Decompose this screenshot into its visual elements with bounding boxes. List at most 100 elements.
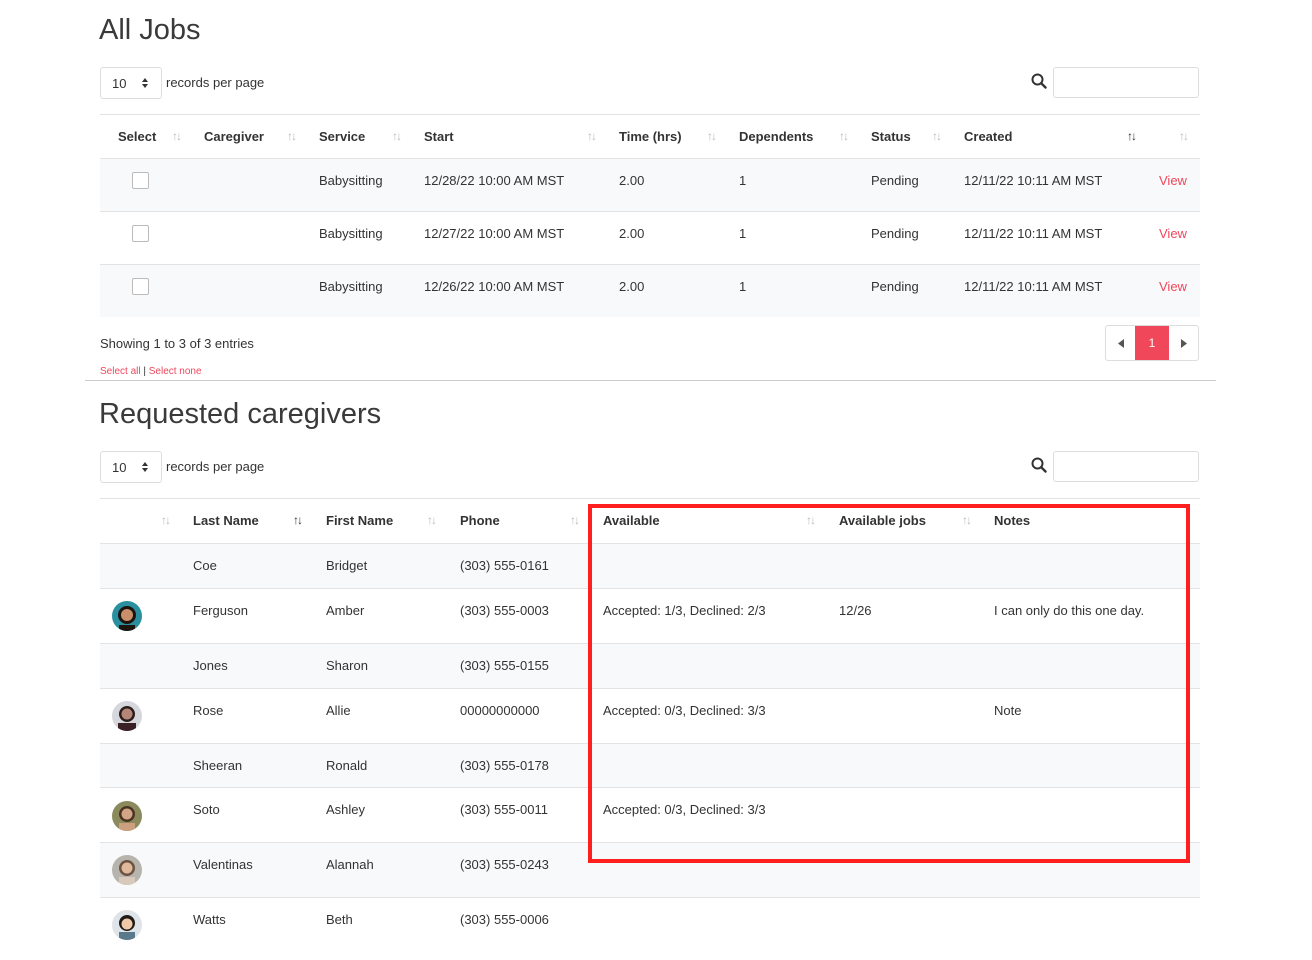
cell-status: Pending: [871, 226, 919, 241]
cell-last-name: Ferguson: [193, 603, 248, 618]
sort-icon[interactable]: ↑↓: [707, 129, 717, 143]
page-1-button[interactable]: 1: [1135, 326, 1169, 360]
search-icon: [1031, 457, 1047, 473]
cell-first-name: Alannah: [326, 857, 374, 872]
cell-phone: (303) 555-0003: [460, 603, 549, 618]
col-service[interactable]: Service: [319, 129, 365, 144]
sort-active-icon[interactable]: ↑↓: [293, 513, 303, 527]
col-dependents[interactable]: Dependents: [739, 129, 813, 144]
cell-dependents: 1: [739, 279, 747, 294]
jobs-info: Showing 1 to 3 of 3 entries: [100, 336, 254, 351]
sort-icon[interactable]: ↑↓: [570, 513, 580, 527]
cell-last-name: Soto: [193, 802, 220, 817]
highlight-box: [588, 504, 1190, 863]
sort-icon[interactable]: ↑↓: [172, 129, 182, 143]
caregivers-length-value: 10: [112, 459, 127, 475]
cell-start: 12/27/22 10:00 AM MST: [424, 226, 565, 241]
cell-last-name: Valentinas: [193, 857, 253, 872]
select-arrows-icon: [142, 462, 148, 472]
cell-first-name: Ronald: [326, 758, 368, 773]
caregivers-search-input[interactable]: [1053, 451, 1199, 482]
sort-icon[interactable]: ↑↓: [1179, 129, 1189, 143]
col-first-name[interactable]: First Name: [326, 513, 393, 528]
cell-start: 12/28/22 10:00 AM MST: [424, 173, 565, 188]
cell-last-name: Rose: [193, 703, 224, 718]
cell-phone: (303) 555-0178: [460, 758, 549, 773]
caregivers-length-label: records per page: [166, 459, 265, 474]
view-link[interactable]: View: [1159, 226, 1187, 241]
caret-right-icon: [1180, 338, 1187, 348]
sort-icon[interactable]: ↑↓: [587, 129, 597, 143]
sort-icon[interactable]: ↑↓: [427, 513, 437, 527]
col-caregiver[interactable]: Caregiver: [204, 129, 264, 144]
sort-icon[interactable]: ↑↓: [839, 129, 849, 143]
caregivers-title: Requested caregivers: [99, 398, 382, 430]
table-row: [100, 898, 1200, 952]
cell-first-name: Beth: [326, 912, 353, 927]
avatar: [112, 601, 142, 631]
cell-service: Babysitting: [319, 173, 383, 188]
col-phone[interactable]: Phone: [460, 513, 500, 528]
cell-dependents: 1: [739, 226, 747, 241]
separator: |: [140, 366, 149, 377]
cell-phone: (303) 555-0243: [460, 857, 549, 872]
avatar: [112, 801, 142, 831]
cell-created: 12/11/22 10:11 AM MST: [964, 279, 1103, 294]
sort-icon[interactable]: ↑↓: [287, 129, 297, 143]
view-link[interactable]: View: [1159, 173, 1187, 188]
cell-first-name: Amber: [326, 603, 365, 618]
cell-phone: (303) 555-0155: [460, 658, 549, 673]
avatar: [112, 910, 142, 940]
cell-first-name: Allie: [326, 703, 351, 718]
sort-icon[interactable]: ↑↓: [392, 129, 402, 143]
row-checkbox[interactable]: [132, 278, 149, 295]
jobs-length-value: 10: [112, 75, 127, 91]
cell-phone: (303) 555-0006: [460, 912, 549, 927]
sort-active-icon[interactable]: ↑↓: [1127, 129, 1137, 143]
col-created[interactable]: Created: [964, 129, 1012, 144]
cell-phone: (303) 555-0161: [460, 558, 549, 573]
select-all-link[interactable]: Select all: [100, 366, 141, 377]
cell-first-name: Sharon: [326, 658, 368, 673]
col-start[interactable]: Start: [424, 129, 454, 144]
col-select[interactable]: Select: [118, 129, 156, 144]
caret-left-icon: [1117, 338, 1124, 348]
cell-service: Babysitting: [319, 279, 383, 294]
col-status[interactable]: Status: [871, 129, 911, 144]
jobs-title: All Jobs: [99, 14, 201, 46]
col-last-name[interactable]: Last Name: [193, 513, 259, 528]
section-divider: [85, 380, 1216, 381]
sort-icon[interactable]: ↑↓: [161, 513, 171, 527]
cell-time: 2.00: [619, 173, 645, 188]
cell-last-name: Coe: [193, 558, 217, 573]
row-checkbox[interactable]: [132, 225, 149, 242]
prev-page-button[interactable]: [1106, 326, 1135, 360]
divider: [100, 498, 1200, 499]
col-time[interactable]: Time (hrs): [619, 129, 682, 144]
cell-dependents: 1: [739, 173, 747, 188]
jobs-length-select[interactable]: 10: [100, 67, 162, 99]
cell-start: 12/26/22 10:00 AM MST: [424, 279, 565, 294]
cell-last-name: Watts: [193, 912, 226, 927]
cell-time: 2.00: [619, 279, 645, 294]
divider: [100, 114, 1200, 115]
cell-time: 2.00: [619, 226, 645, 241]
cell-status: Pending: [871, 279, 919, 294]
sort-icon[interactable]: ↑↓: [932, 129, 942, 143]
pagination: 1: [1105, 325, 1199, 361]
avatar: [112, 701, 142, 731]
avatar: [112, 855, 142, 885]
cell-status: Pending: [871, 173, 919, 188]
jobs-length-label: records per page: [166, 75, 265, 90]
select-none-link[interactable]: Select none: [149, 366, 202, 377]
search-icon: [1031, 73, 1047, 89]
next-page-button[interactable]: [1169, 326, 1198, 360]
cell-created: 12/11/22 10:11 AM MST: [964, 226, 1103, 241]
jobs-search-input[interactable]: [1053, 67, 1199, 98]
caregivers-length-select[interactable]: 10: [100, 451, 162, 483]
row-checkbox[interactable]: [132, 172, 149, 189]
cell-created: 12/11/22 10:11 AM MST: [964, 173, 1103, 188]
cell-service: Babysitting: [319, 226, 383, 241]
select-arrows-icon: [142, 78, 148, 88]
view-link[interactable]: View: [1159, 279, 1187, 294]
